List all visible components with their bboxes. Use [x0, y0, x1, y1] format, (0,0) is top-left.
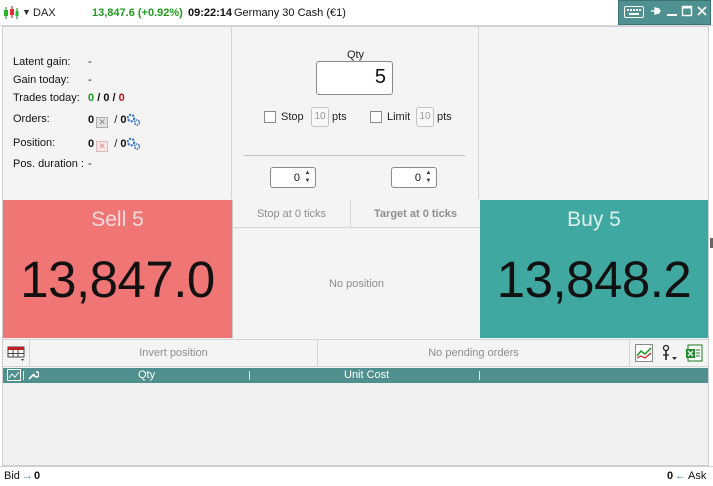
positions-table-body: [3, 383, 708, 465]
close-icon[interactable]: [696, 5, 708, 21]
trading-panel: Latent gain: - Gain today: - Trades toda…: [2, 26, 709, 466]
order-entry-panel: Qty 5 Stop 10 pts Limit 10 pts 0 ▲ ▼ 0 ▲ ▼: [232, 27, 479, 199]
orders-label: Orders:: [13, 113, 50, 125]
spinner-arrows-icon[interactable]: ▲ ▼: [303, 169, 312, 185]
position-settings-icon[interactable]: [126, 137, 141, 150]
trades-today-won: 0: [88, 92, 95, 104]
qty-input[interactable]: 5: [316, 61, 393, 95]
latent-gain-label: Latent gain:: [13, 56, 71, 68]
positions-table-header: Qty Unit Cost: [3, 368, 708, 383]
invert-position-button[interactable]: Invert position: [30, 340, 318, 366]
sell-button[interactable]: Sell 5 13,847.0: [3, 200, 233, 338]
buy-title: Buy 5: [567, 208, 621, 231]
sell-title: Sell 5: [91, 208, 144, 231]
export-excel-icon[interactable]: [685, 344, 703, 362]
trades-today-separator: /: [112, 92, 116, 104]
pos-duration-value: -: [88, 158, 92, 170]
quote-time: 09:22:14: [188, 7, 233, 19]
right-blank-panel: [479, 27, 708, 199]
column-header-qty[interactable]: Qty: [138, 369, 155, 381]
target-ticks-spinner[interactable]: 0 ▲ ▼: [391, 167, 437, 188]
trades-today-value: 0 / 0 / 0: [88, 92, 125, 104]
pos-duration-label: Pos. duration :: [13, 158, 84, 170]
bid-arrow-icon: →: [22, 470, 33, 482]
ask-value: 0: [667, 470, 674, 482]
latent-gain-value: -: [88, 56, 92, 68]
orders-separator: /: [114, 114, 118, 126]
position-count: 0: [88, 138, 95, 150]
cancel-orders-icon[interactable]: ✕: [96, 117, 109, 128]
stop-label: Stop: [281, 111, 304, 123]
stop-pts-label: pts: [332, 111, 347, 123]
stop-pts-input[interactable]: 10: [311, 107, 329, 127]
pin-icon[interactable]: [650, 5, 662, 21]
no-position-text: No position: [328, 278, 385, 290]
sell-price: 13,847.0: [20, 251, 215, 308]
stop-ticks-value: 0: [293, 172, 300, 184]
orders-count: 0: [88, 114, 95, 126]
wrench-icon[interactable]: [27, 369, 40, 384]
buy-button[interactable]: Buy 5 13,848.2: [480, 200, 708, 338]
order-divider: [244, 155, 465, 156]
trades-today-lost: 0: [118, 92, 125, 104]
bid-value: 0: [34, 470, 41, 482]
last-price: 13,847.6 (+0.92%): [92, 7, 183, 19]
maximize-icon[interactable]: [681, 5, 693, 21]
gain-today-value: -: [88, 74, 92, 86]
trades-today-neutral: 0: [103, 92, 110, 104]
layout-menu-icon[interactable]: [3, 340, 30, 366]
gain-today-label: Gain today:: [13, 74, 70, 86]
limit-pts-input[interactable]: 10: [416, 107, 434, 127]
symbol-dropdown-icon[interactable]: ▼: [22, 7, 31, 17]
ask-arrow-icon: ←: [675, 470, 686, 482]
trades-today-label: Trades today:: [13, 92, 80, 104]
limit-label: Limit: [387, 111, 411, 123]
limit-checkbox[interactable]: [370, 111, 382, 123]
trades-today-separator: /: [97, 92, 101, 104]
column-separator: [23, 371, 24, 380]
position-value: 0 ✕ / 0: [88, 137, 141, 152]
title-bar: ▼ DAX 13,847.6 (+0.92%) 09:22:14 Germany…: [0, 0, 713, 26]
orders-value: 0 ✕ / 0: [88, 113, 141, 128]
table-image-icon[interactable]: [7, 369, 21, 384]
limit-pts-label: pts: [437, 111, 452, 123]
keyboard-icon[interactable]: [623, 5, 645, 21]
qty-label: Qty: [346, 49, 365, 61]
spinner-arrows-icon[interactable]: ▲ ▼: [424, 169, 433, 185]
position-separator: /: [114, 138, 118, 150]
position-status-panel: Stop at 0 ticks Target at 0 ticks No pos…: [233, 200, 480, 338]
target-ticks-header[interactable]: Target at 0 ticks: [351, 200, 480, 228]
chart-candle-icon[interactable]: [3, 6, 19, 20]
column-header-unit-cost[interactable]: Unit Cost: [344, 369, 389, 381]
position-info-panel: Latent gain: - Gain today: - Trades toda…: [3, 27, 232, 199]
position-label: Position:: [13, 137, 56, 149]
orders-settings-icon[interactable]: [126, 113, 141, 126]
window-controls: [618, 0, 711, 25]
bid-ask-footer: Bid → 0 0 ← Ask: [0, 466, 713, 486]
symbol-name[interactable]: DAX: [33, 7, 56, 19]
target-ticks-value: 0: [414, 172, 421, 184]
chart-trend-icon[interactable]: [635, 344, 653, 362]
minimize-icon[interactable]: [666, 5, 678, 21]
bid-label: Bid: [4, 470, 20, 482]
column-separator: [249, 371, 250, 380]
instrument-name: Germany 30 Cash (€1): [234, 7, 346, 19]
stop-ticks-spinner[interactable]: 0 ▲ ▼: [270, 167, 316, 188]
stop-checkbox[interactable]: [264, 111, 276, 123]
action-bar: Invert position No pending orders: [3, 339, 708, 367]
ask-label: Ask: [688, 470, 707, 482]
stop-ticks-header[interactable]: Stop at 0 ticks: [233, 200, 351, 228]
buy-price: 13,848.2: [496, 251, 692, 308]
close-position-icon[interactable]: ✕: [96, 141, 109, 152]
column-separator: [479, 371, 480, 380]
order-type-icon[interactable]: [660, 344, 678, 362]
pending-orders-status: No pending orders: [318, 340, 630, 366]
